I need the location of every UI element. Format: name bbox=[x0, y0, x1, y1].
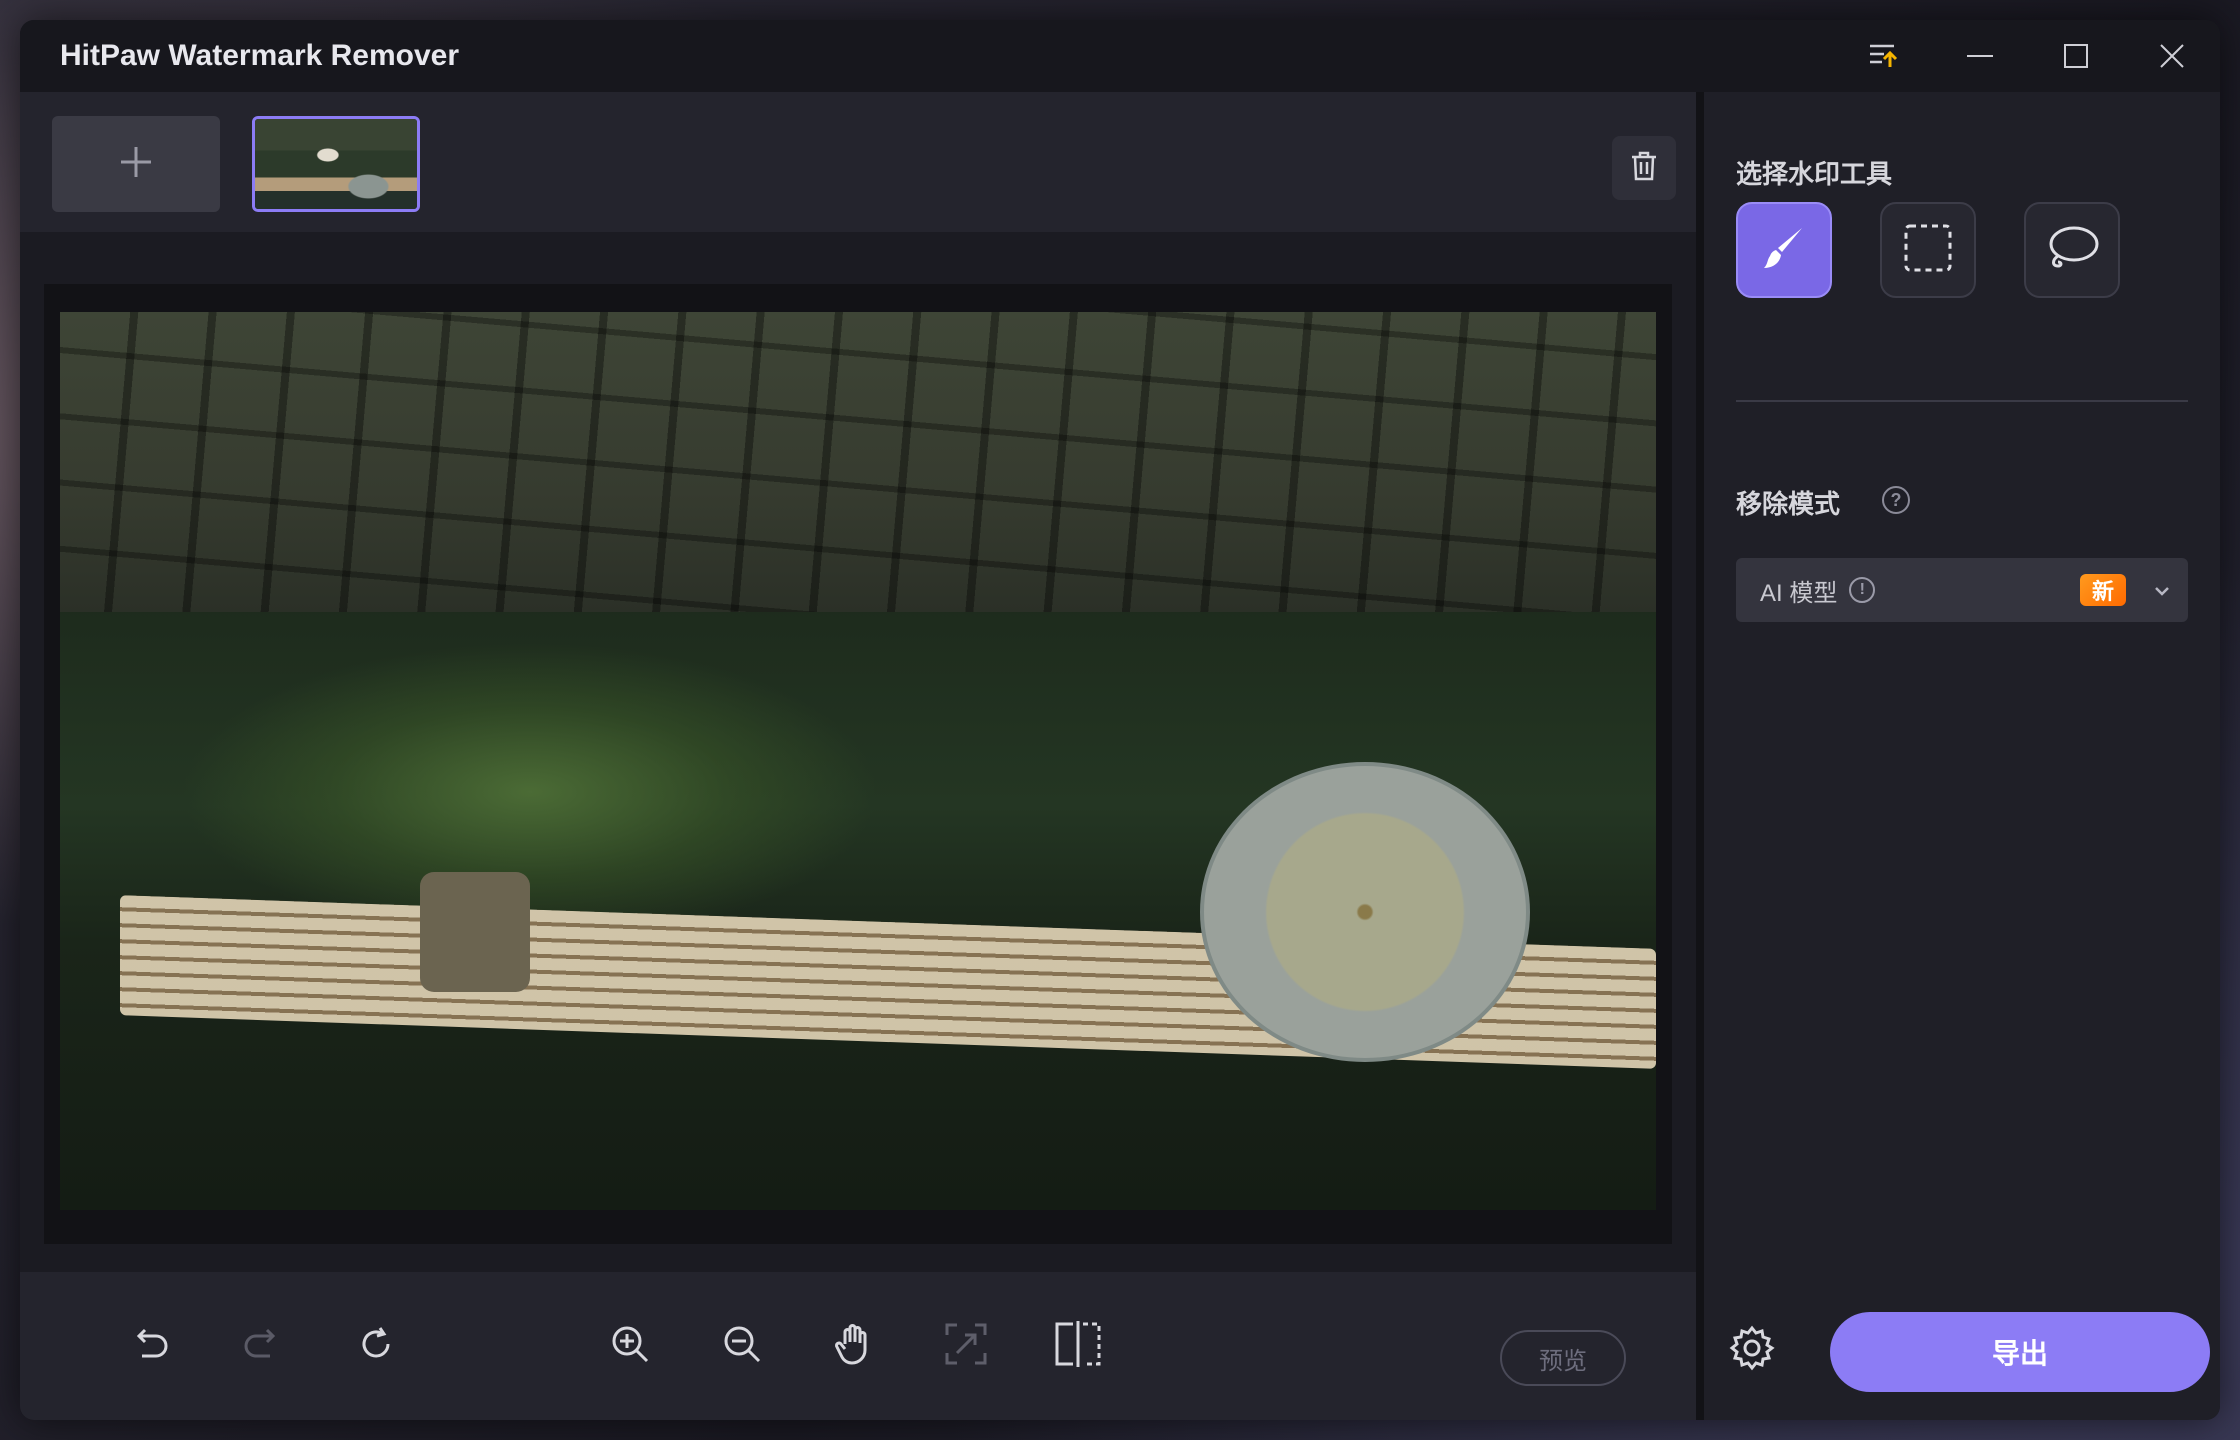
redo-button[interactable] bbox=[230, 1314, 294, 1378]
pan-button[interactable] bbox=[822, 1314, 886, 1378]
image-canvas[interactable] bbox=[44, 284, 1672, 1244]
fit-screen-button[interactable] bbox=[934, 1314, 998, 1378]
mode-section-title: 移除模式 bbox=[1736, 489, 1841, 519]
window-controls bbox=[1836, 20, 2220, 92]
settings-panel: 选择水印工具 移除模式 ? AI 模型 ! 新 导出 bbox=[1704, 92, 2220, 1420]
title-bar: HitPaw Watermark Remover bbox=[20, 20, 2220, 92]
zoom-out-button[interactable] bbox=[710, 1314, 774, 1378]
mode-value: AI 模型 bbox=[1760, 579, 1838, 607]
edited-photo[interactable] bbox=[60, 312, 1656, 1210]
preview-button[interactable]: 预览 bbox=[1500, 1330, 1626, 1386]
maximize-icon bbox=[2061, 41, 2091, 71]
removal-mode-select[interactable]: AI 模型 ! 新 bbox=[1736, 558, 2188, 622]
rectangle-tool-button[interactable] bbox=[1880, 202, 1976, 298]
pane-divider[interactable] bbox=[1696, 92, 1704, 1420]
bottom-toolbar: 预览 bbox=[20, 1272, 1696, 1420]
queue-icon bbox=[1868, 41, 1900, 71]
editor-pane: 预览 bbox=[20, 92, 1696, 1420]
undo-button[interactable] bbox=[118, 1314, 182, 1378]
photo-stone-wall bbox=[60, 312, 1656, 612]
photo-umbrella bbox=[1200, 762, 1530, 1062]
photo-water bbox=[180, 642, 880, 942]
app-window: HitPaw Watermark Remover 预览 选择水印工具 移除模式 … bbox=[20, 20, 2220, 1420]
compare-button[interactable] bbox=[1046, 1314, 1110, 1378]
hand-icon bbox=[833, 1322, 875, 1371]
reset-icon bbox=[356, 1324, 396, 1369]
redo-icon bbox=[242, 1324, 282, 1369]
compare-icon bbox=[1053, 1320, 1103, 1372]
close-icon bbox=[2157, 41, 2187, 71]
new-badge: 新 bbox=[2080, 574, 2126, 606]
close-button[interactable] bbox=[2124, 20, 2220, 92]
app-title: HitPaw Watermark Remover bbox=[60, 39, 460, 72]
brush-tool-button[interactable] bbox=[1736, 202, 1832, 298]
rect-select-icon bbox=[1902, 222, 1954, 279]
panel-divider bbox=[1736, 400, 2188, 402]
image-thumbnail[interactable] bbox=[252, 116, 420, 212]
info-icon[interactable]: ! bbox=[1849, 577, 1876, 603]
trash-icon bbox=[1629, 150, 1659, 187]
maximize-button[interactable] bbox=[2028, 20, 2124, 92]
help-icon[interactable]: ? bbox=[1882, 486, 1910, 514]
undo-icon bbox=[130, 1324, 170, 1369]
zoom-out-icon bbox=[721, 1323, 763, 1370]
lasso-icon bbox=[2044, 222, 2100, 279]
export-button[interactable]: 导出 bbox=[1830, 1312, 2210, 1392]
delete-button[interactable] bbox=[1612, 136, 1676, 200]
zoom-in-button[interactable] bbox=[598, 1314, 662, 1378]
reset-button[interactable] bbox=[344, 1314, 408, 1378]
gear-icon bbox=[1729, 1325, 1775, 1376]
add-image-button[interactable] bbox=[52, 116, 220, 212]
thumbnail-image bbox=[255, 119, 417, 209]
tool-section-title: 选择水印工具 bbox=[1736, 159, 1893, 189]
minimize-icon bbox=[1965, 41, 1995, 71]
lasso-tool-button[interactable] bbox=[2024, 202, 2120, 298]
photo-stool bbox=[420, 872, 530, 992]
thumbnail-bar bbox=[20, 92, 1696, 232]
zoom-in-icon bbox=[609, 1323, 651, 1370]
fit-screen-icon bbox=[943, 1321, 989, 1372]
queue-button[interactable] bbox=[1836, 20, 1932, 92]
plus-icon bbox=[118, 144, 154, 185]
brush-icon bbox=[1758, 222, 1810, 279]
minimize-button[interactable] bbox=[1932, 20, 2028, 92]
settings-button[interactable] bbox=[1720, 1318, 1784, 1382]
chevron-down-icon bbox=[2152, 580, 2172, 608]
